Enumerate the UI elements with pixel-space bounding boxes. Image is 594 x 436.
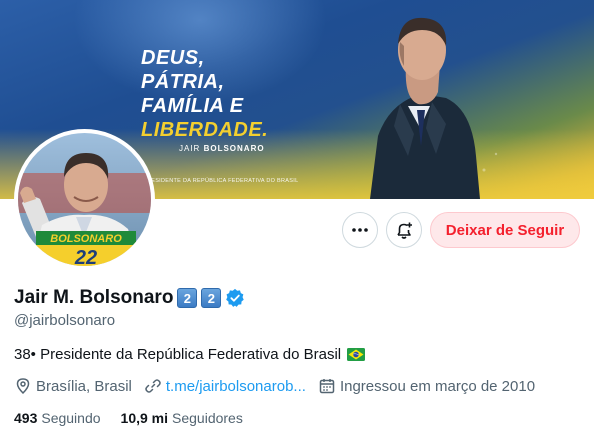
banner-subtitle: PRESIDENTE DA REPÚBLICA FEDERATIVA DO BR… — [143, 178, 299, 184]
slogan-line-2: PÁTRIA, — [141, 71, 225, 93]
profile-link[interactable]: t.me/jairbolsonarob... — [166, 378, 306, 395]
calendar-icon — [319, 379, 335, 394]
notifications-button[interactable] — [386, 212, 422, 248]
signature-last: BOLSONARO — [203, 144, 265, 153]
avatar-image: BOLSONARO 22 — [18, 133, 151, 266]
meta-link[interactable]: t.me/jairbolsonarob... — [144, 377, 306, 395]
profile-name-row: Jair M. Bolsonaro 2 2 — [14, 286, 245, 310]
following-count: 493 — [14, 410, 38, 426]
banner-portrait — [370, 17, 480, 199]
display-name: Jair M. Bolsonaro — [14, 287, 174, 308]
unfollow-button[interactable]: Deixar de Seguir — [430, 212, 580, 248]
meta-joined: Ingressou em março de 2010 — [318, 377, 535, 395]
signature-first: JAIR — [179, 144, 201, 153]
avatar-badge-number: 22 — [74, 247, 97, 266]
followers-link[interactable]: 10,9 mi Seguidores — [121, 410, 243, 426]
following-label: Seguindo — [41, 410, 101, 426]
link-icon — [145, 379, 161, 393]
more-button[interactable] — [342, 212, 378, 248]
banner-signature: JAIR BOLSONARO — [179, 144, 265, 153]
follow-stats: 493 Seguindo 10,9 mi Seguidores — [14, 410, 243, 426]
followers-count: 10,9 mi — [120, 410, 169, 426]
keycap-emoji-2: 2 — [201, 288, 222, 308]
joined-text: Ingressou em março de 2010 — [339, 377, 536, 395]
slogan-line-3: FAMÍLIA E — [141, 95, 244, 117]
more-horizontal-icon — [352, 228, 368, 232]
slogan-line-1: DEUS, — [141, 47, 205, 69]
verified-badge-icon[interactable] — [225, 288, 245, 308]
location-text: Brasília, Brasil — [36, 377, 132, 395]
followers-label: Seguidores — [172, 410, 243, 426]
slogan-line-4: LIBERDADE. — [141, 119, 269, 141]
bell-plus-icon — [397, 222, 412, 239]
profile-handle: @jairbolsonaro — [14, 312, 116, 329]
following-link[interactable]: 493 Seguindo — [14, 410, 101, 426]
brazil-flag-icon — [347, 348, 366, 361]
location-pin-icon — [16, 378, 30, 395]
profile-meta-row: Brasília, Brasil t.me/jairbolsonarob... … — [14, 376, 535, 396]
keycap-emoji-1: 2 — [177, 288, 198, 308]
banner-slogan: DEUS, PÁTRIA, FAMÍLIA E LIBERDADE. — [141, 46, 268, 142]
meta-location: Brasília, Brasil — [14, 377, 132, 395]
profile-bio: 38• Presidente da República Federativa d… — [14, 346, 366, 363]
profile-avatar[interactable]: BOLSONARO 22 — [14, 129, 155, 270]
avatar-badge-text: BOLSONARO — [50, 233, 122, 245]
bio-text: 38• Presidente da República Federativa d… — [14, 346, 342, 363]
